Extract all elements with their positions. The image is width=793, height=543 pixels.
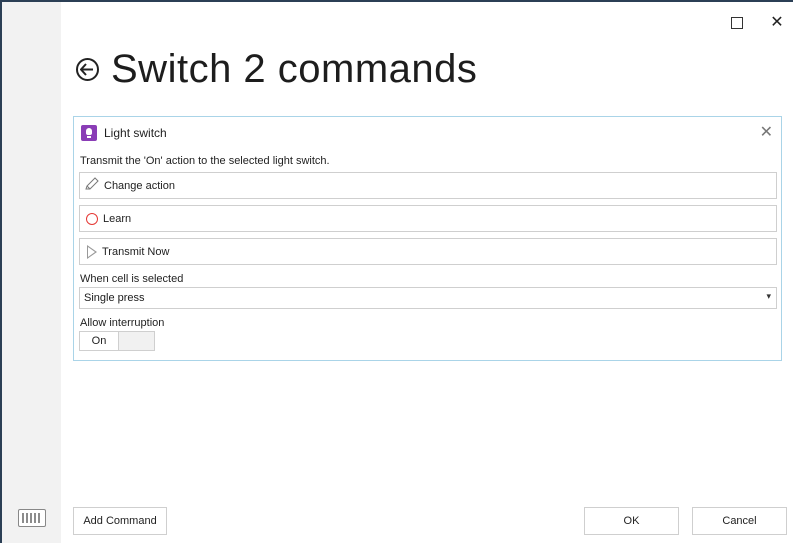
change-action-button[interactable]: Change action [79,172,777,199]
panel-close-icon[interactable]: ✕ [760,122,773,142]
press-type-value: Single press [84,292,145,304]
transmit-now-label: Transmit Now [102,245,170,258]
keyboard-grid [22,513,42,523]
left-rail [2,2,61,543]
pencil-icon [84,177,100,194]
page-title: Switch 2 commands [111,46,478,91]
window-frame-top [0,0,793,2]
allow-interruption-toggle[interactable]: On [79,331,155,351]
change-action-label: Change action [104,179,175,192]
add-command-button[interactable]: Add Command [73,507,167,535]
keyboard-icon[interactable] [18,509,46,527]
play-icon [87,244,97,259]
transmit-now-button[interactable]: Transmit Now [79,238,777,265]
title-row: Switch 2 commands [76,40,477,98]
toggle-state: On [80,332,119,350]
when-cell-selected-label: When cell is selected [80,273,184,285]
learn-label: Learn [103,212,132,225]
close-icon[interactable]: ✕ [766,12,788,34]
ok-button[interactable]: OK [584,507,679,535]
press-type-select[interactable]: Single press ▾ [79,287,777,309]
command-description: Transmit the 'On' action to the selected… [80,155,330,167]
command-panel: Light switch ✕ Transmit the 'On' action … [73,116,782,361]
command-name: Light switch [104,126,167,140]
back-arrow-icon[interactable] [76,57,99,81]
toggle-track [119,332,154,350]
chevron-down-icon: ▾ [766,291,771,301]
light-bulb-icon [81,125,97,141]
cancel-button[interactable]: Cancel [692,507,787,535]
panel-header: Light switch [81,123,167,143]
record-circle-icon [86,212,98,225]
allow-interruption-label: Allow interruption [80,317,165,329]
maximize-icon[interactable] [726,12,748,34]
learn-button[interactable]: Learn [79,205,777,232]
